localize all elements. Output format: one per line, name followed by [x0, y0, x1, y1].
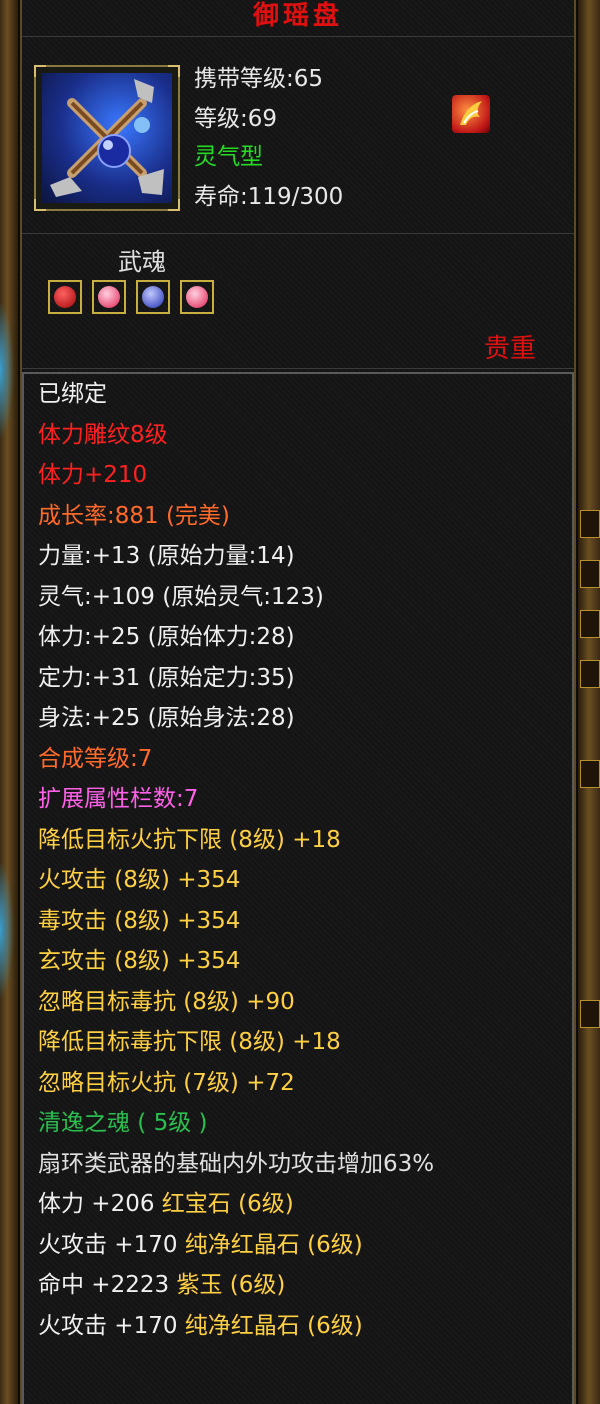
gem-bonus: 体力 +206 — [38, 1191, 162, 1217]
extended-attribute: 忽略目标毒抗 (8级) +90 — [38, 988, 295, 1015]
background-left-strip — [0, 0, 18, 1404]
bound-status: 已绑定 — [38, 381, 107, 407]
gem-slot: 火攻击 +170 纯净红晶石 (6级) — [24, 1306, 572, 1347]
growth-rate: 成长率:881 (完美) — [38, 502, 230, 529]
gem-bonus: 火攻击 +170 — [38, 1231, 185, 1258]
item-level: 等级:69 — [194, 106, 278, 132]
phoenix-flame-icon — [452, 95, 490, 133]
attribute-list: 已绑定 体力雕纹8级 体力+210 成长率:881 (完美) 力量:+13 (原… — [22, 372, 574, 1404]
blue-soul-gem-icon[interactable] — [136, 280, 170, 314]
background-right-strip — [578, 0, 600, 1404]
soul-set-effect: 扇环类武器的基础内外功攻击增加63% — [38, 1150, 435, 1177]
item-durability: 寿命:119/300 — [194, 184, 344, 210]
gem-slot: 命中 +2223 紫玉 (6级) — [24, 1265, 572, 1306]
extended-attribute: 忽略目标火抗 (7级) +72 — [38, 1069, 295, 1096]
soul-label: 武魂 — [118, 248, 166, 276]
gem-name: 纯净红晶石 (6级) — [184, 1312, 363, 1339]
extended-attribute: 降低目标毒抗下限 (8级) +18 — [38, 1029, 341, 1055]
gem-name: 红宝石 (6级) — [161, 1191, 294, 1217]
fire-soul-gem-icon[interactable] — [92, 280, 126, 314]
attribute-spirit: 灵气:+109 (原始灵气:123) — [38, 583, 324, 610]
fire-soul-gem-icon[interactable] — [180, 280, 214, 314]
glow-decoration — [0, 860, 14, 1000]
glow-decoration — [0, 300, 14, 440]
fan-weapon-icon — [42, 73, 172, 203]
ui-frame-tab — [580, 1000, 600, 1028]
attribute-agility: 身法:+25 (原始身法:28) — [38, 705, 295, 731]
gem-bonus: 命中 +2223 — [38, 1272, 177, 1298]
attribute-stamina: 体力:+25 (原始体力:28) — [38, 624, 295, 650]
item-name: 御瑶盘 — [252, 1, 343, 31]
quality-label: 贵重 — [483, 334, 536, 364]
item-type: 灵气型 — [194, 144, 263, 170]
gem-name: 紫玉 (6级) — [176, 1272, 286, 1298]
item-header: 携带等级:65 等级:69 灵气型 寿命:119/300 — [22, 36, 574, 234]
gem-name: 纯净红晶石 (6级) — [184, 1231, 363, 1258]
extended-attribute: 玄攻击 (8级) +354 — [38, 948, 241, 974]
engraving-line: 体力雕纹8级 — [38, 421, 168, 448]
red-soul-gem-icon[interactable] — [48, 280, 82, 314]
ui-frame-tab — [580, 610, 600, 638]
ui-frame-tab — [580, 760, 600, 788]
extended-attribute: 毒攻击 (8级) +354 — [38, 907, 241, 934]
soul-set-name: 清逸之魂 ( 5级 ) — [38, 1110, 208, 1136]
item-tooltip: 御瑶盘 携带等级:65 等级:69 灵气型 寿命:119/300 武魂 贵重 已… — [20, 0, 576, 1404]
gem-bonus: 火攻击 +170 — [38, 1312, 185, 1339]
extended-attribute: 火攻击 (8级) +354 — [38, 867, 241, 893]
engraving-bonus: 体力+210 — [38, 462, 148, 488]
extended-slots: 扩展属性栏数:7 — [38, 786, 199, 812]
ui-frame-tab — [580, 560, 600, 588]
ui-frame-tab — [580, 660, 600, 688]
synthesis-level: 合成等级:7 — [38, 745, 153, 772]
extended-attribute: 降低目标火抗下限 (8级) +18 — [38, 826, 341, 853]
gem-slot: 体力 +206 红宝石 (6级) — [24, 1184, 572, 1225]
attribute-strength: 力量:+13 (原始力量:14) — [38, 543, 295, 569]
attribute-focus: 定力:+31 (原始定力:35) — [38, 664, 295, 691]
soul-section: 武魂 贵重 — [22, 232, 574, 369]
gem-slot: 火攻击 +170 纯净红晶石 (6级) — [24, 1225, 572, 1266]
carry-level: 携带等级:65 — [194, 66, 324, 92]
ui-frame-tab — [580, 510, 600, 538]
item-icon-frame[interactable] — [34, 65, 180, 211]
